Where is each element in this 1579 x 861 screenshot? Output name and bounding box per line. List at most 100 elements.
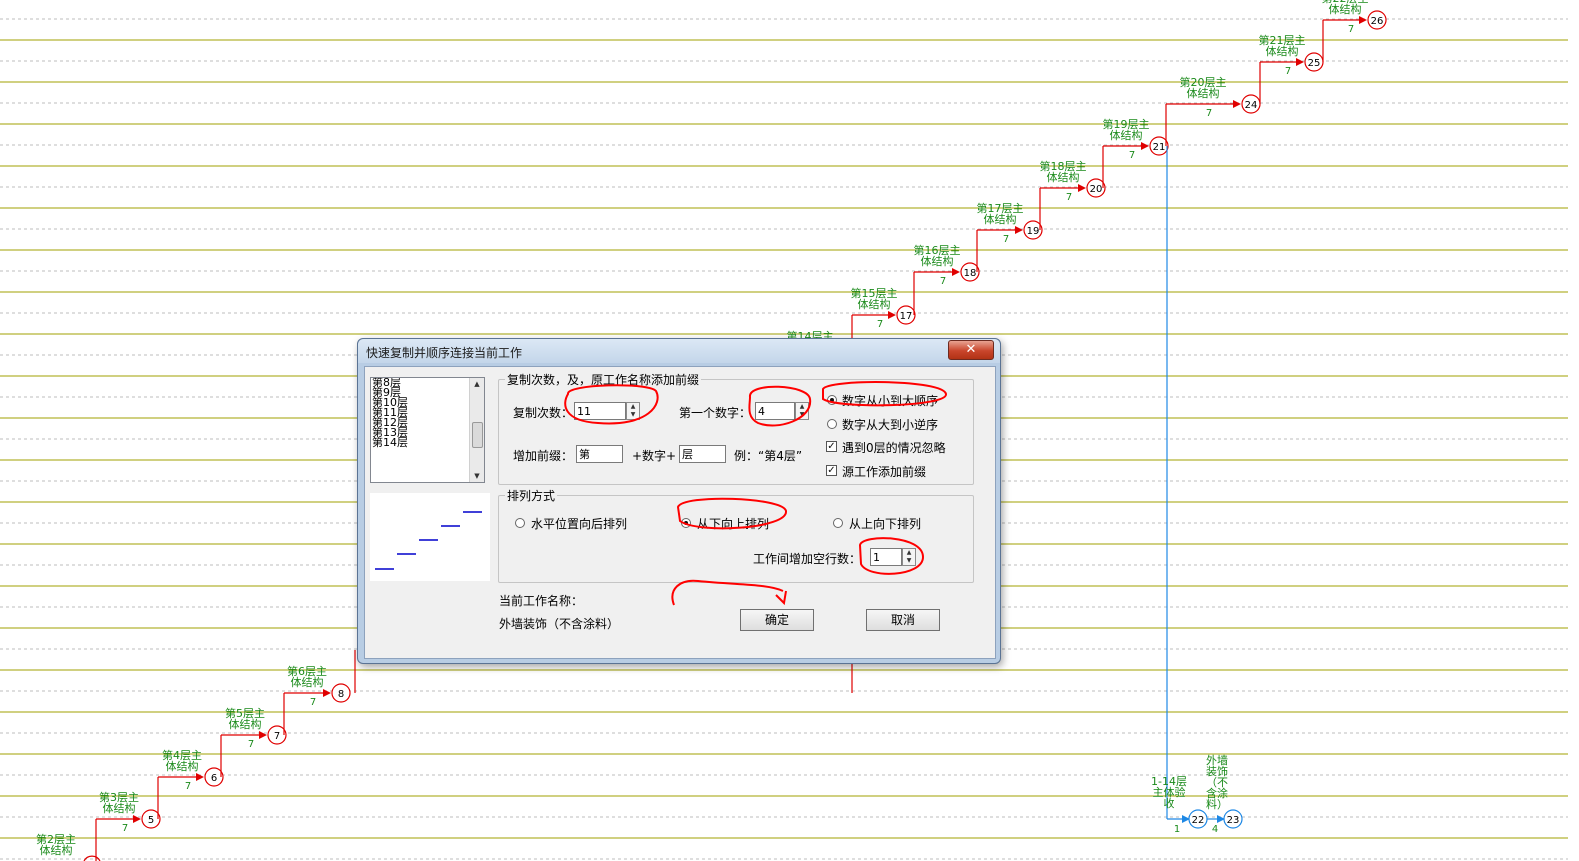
skip-zero-checkbox[interactable]: ✓ [826, 441, 837, 452]
arr-bottom-up-label[interactable]: 从下向上排列 [697, 515, 769, 532]
plus-number-text: +数字+ [632, 449, 677, 463]
task-duration: 7 [1206, 108, 1212, 119]
current-work-label: 当前工作名称： [499, 594, 584, 608]
arrowhead-icon [133, 815, 141, 823]
list-item[interactable]: 第14层 [371, 437, 484, 448]
arrowhead-icon [952, 268, 960, 276]
task-name: 体结构 [1110, 128, 1143, 142]
arrangement-title: 排列方式 [505, 487, 558, 504]
blank-rows-label: 工作间增加空行数： [753, 552, 862, 566]
task-duration: 7 [940, 276, 946, 287]
blank-rows-spinner[interactable]: ▲ ▼ [902, 548, 916, 566]
node-number: 20 [1090, 184, 1103, 195]
task-duration: 7 [185, 781, 191, 792]
task-name: 体结构 [1047, 170, 1080, 184]
node-number: 19 [1027, 226, 1040, 237]
copy-dialog: 快速复制并顺序连接当前工作 ✕ 第8层 第9层 第10层 第11层 第12层 第13层 第1… [357, 338, 1001, 664]
arrangement-preview [370, 493, 490, 581]
copy-options-title: 复制次数，及，原工作名称添加前缀 [505, 371, 702, 388]
node-number: 6 [211, 773, 217, 784]
copies-spinner[interactable]: ▲ ▼ [626, 402, 640, 420]
copy-options-group: 复制次数，及，原工作名称添加前缀 复制次数： 11 ▲ ▼ 第一个数字： 4 ▲ ▼… [498, 371, 974, 485]
prefix-label: 增加前缀： [513, 449, 574, 463]
first-number-spinner[interactable]: ▲ ▼ [795, 402, 809, 420]
skip-zero-label[interactable]: 遇到0层的情况忽略 [842, 439, 946, 456]
task-duration: 7 [248, 739, 254, 750]
order-desc-radio[interactable] [827, 419, 837, 429]
facade-label: 料） [1206, 797, 1228, 811]
task-duration: 7 [877, 319, 883, 330]
task-duration: 7 [122, 823, 128, 834]
arr-top-down-label[interactable]: 从上向下排列 [849, 515, 921, 532]
arrowhead-icon [259, 731, 267, 739]
task-name: 体结构 [1266, 44, 1299, 58]
arrowhead-icon [1078, 184, 1086, 192]
arrowhead-icon [888, 311, 896, 319]
source-prefix-label[interactable]: 源工作添加前缀 [842, 463, 926, 480]
node-number: 5 [148, 815, 154, 826]
source-prefix-checkbox[interactable]: ✓ [826, 465, 837, 476]
task-name: 体结构 [103, 801, 136, 815]
arrangement-group: 排列方式 水平位置向后排列 从下向上排列 从上向下排列 工作间增加空行数： 1 … [498, 487, 974, 583]
arrowhead-icon [1359, 16, 1367, 24]
copies-label: 复制次数： [513, 406, 574, 420]
work-listbox[interactable]: 第8层 第9层 第10层 第11层 第12层 第13层 第14层 ▲ ▼ [370, 377, 485, 483]
task-name: 体结构 [291, 675, 324, 689]
task-duration: 7 [1348, 24, 1354, 35]
list-scrollbar[interactable]: ▲ ▼ [469, 378, 484, 482]
copies-input[interactable]: 11 [574, 402, 626, 420]
task-name: 体结构 [40, 843, 73, 857]
task-name: 体结构 [166, 759, 199, 773]
task-name: 体结构 [858, 297, 891, 311]
task-duration: 7 [1066, 192, 1072, 203]
work-list: 第8层 第9层 第10层 第11层 第12层 第13层 第14层 [371, 378, 484, 448]
node-number: 22 [1192, 815, 1205, 826]
node-number: 7 [274, 731, 280, 742]
task-name: 体结构 [921, 254, 954, 268]
arrowhead-icon [1141, 142, 1149, 150]
task-name: 体结构 [229, 717, 262, 731]
order-desc-label[interactable]: 数字从大到小逆序 [842, 416, 938, 433]
acceptance-duration: 1 [1174, 824, 1180, 835]
node-number: 23 [1227, 815, 1240, 826]
arr-bottom-up-radio[interactable] [681, 518, 691, 528]
node-number: 26 [1371, 16, 1384, 27]
arr-horizontal-radio[interactable] [515, 518, 525, 528]
order-asc-label[interactable]: 数字从小到大顺序 [842, 392, 938, 409]
arr-top-down-radio[interactable] [833, 518, 843, 528]
facade-duration: 4 [1212, 824, 1218, 835]
cancel-button[interactable]: 取消 [866, 609, 940, 631]
example-text: 例：“第4层” [734, 449, 803, 463]
node-number: 8 [338, 689, 344, 700]
node-number: 25 [1308, 58, 1321, 69]
scroll-down-icon[interactable]: ▼ [470, 470, 484, 482]
first-number-input[interactable]: 4 [755, 402, 795, 420]
dialog-title: 快速复制并顺序连接当前工作 [366, 346, 523, 360]
arrowhead-icon [1233, 100, 1241, 108]
suffix-input[interactable]: 层 [679, 445, 726, 463]
close-button[interactable]: ✕ [948, 340, 994, 360]
prefix-input[interactable]: 第 [576, 445, 623, 463]
task-duration: 7 [1129, 150, 1135, 161]
task-name: 体结构 [984, 212, 1017, 226]
task-duration: 7 [310, 697, 316, 708]
arr-horizontal-label[interactable]: 水平位置向后排列 [531, 515, 627, 532]
node-number: 24 [1245, 100, 1258, 111]
arrowhead-icon [323, 689, 331, 697]
first-number-label: 第一个数字： [679, 406, 752, 420]
ok-button[interactable]: 确定 [740, 609, 814, 631]
scroll-up-icon[interactable]: ▲ [470, 378, 484, 390]
arrowhead-icon [1015, 226, 1023, 234]
dialog-client: 第8层 第9层 第10层 第11层 第12层 第13层 第14层 ▲ ▼ 复制次数，及，原工… [364, 366, 996, 659]
order-asc-radio[interactable] [827, 395, 837, 405]
task-name: 体结构 [1187, 86, 1220, 100]
scroll-thumb[interactable] [472, 422, 483, 448]
node-number: 17 [900, 311, 913, 322]
current-work-name: 外墙装饰（不含涂料） [499, 617, 620, 631]
blank-rows-input[interactable]: 1 [870, 548, 902, 566]
task-name: 体结构 [1329, 2, 1362, 16]
arrowhead-icon [1296, 58, 1304, 66]
dialog-titlebar[interactable]: 快速复制并顺序连接当前工作 ✕ [358, 339, 1000, 363]
node-number: 21 [1153, 142, 1166, 153]
arrowhead-icon [196, 773, 204, 781]
